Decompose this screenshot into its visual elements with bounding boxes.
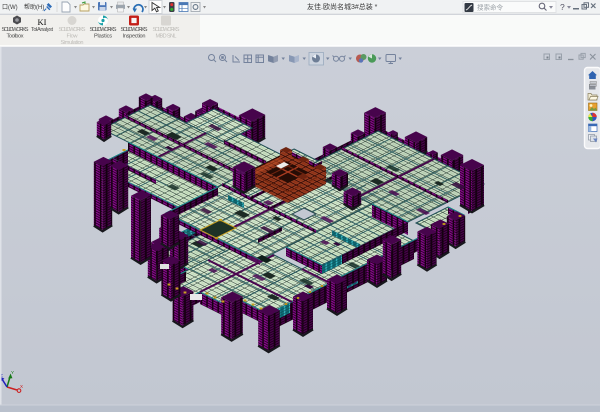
svg-text:Flow: Flow [67, 34, 79, 40]
svg-text:X: X [20, 384, 23, 389]
svg-text:MBD SNL: MBD SNL [156, 34, 177, 40]
svg-text:SOLIDWORKS: SOLIDWORKS [153, 27, 180, 33]
svg-text:Toolbox: Toolbox [7, 34, 24, 40]
svg-text:Plastics: Plastics [94, 34, 112, 40]
svg-text:口(W): 口(W) [2, 4, 18, 11]
svg-text:Y: Y [11, 370, 14, 375]
svg-text:帮助(H): 帮助(H) [24, 3, 44, 11]
svg-text:KI: KI [38, 17, 47, 27]
svg-text:Inspection: Inspection [123, 34, 146, 40]
svg-text:友佳.欧尚名城3#总装 *: 友佳.欧尚名城3#总装 * [307, 2, 378, 11]
svg-text:搜索命令: 搜索命令 [477, 3, 504, 12]
svg-text:SOLIDWORKS: SOLIDWORKS [59, 27, 86, 33]
svg-text:Simulation: Simulation [61, 40, 84, 46]
svg-text:SOLIDWORKS: SOLIDWORKS [90, 27, 117, 33]
svg-text:TolAnalyst: TolAnalyst [31, 27, 53, 33]
svg-text:SOLIDWORKS: SOLIDWORKS [2, 27, 29, 33]
svg-text:SOLIDWORKS: SOLIDWORKS [121, 27, 148, 33]
svg-text:?: ? [560, 2, 565, 12]
